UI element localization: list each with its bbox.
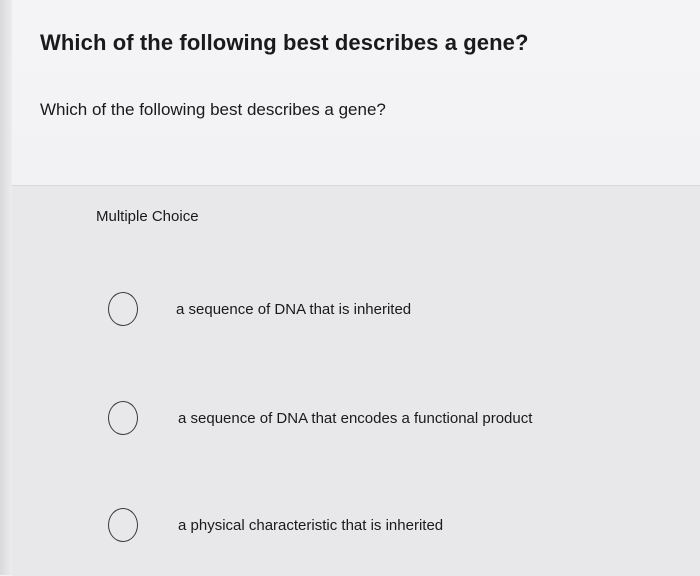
answer-option-label: a physical characteristic that is inheri… — [178, 516, 444, 534]
left-edge-border — [0, 0, 12, 575]
question-type-label: Multiple Choice — [96, 208, 199, 225]
answer-option[interactable]: a sequence of DNA that is inherited — [108, 291, 411, 327]
answer-option[interactable]: a physical characteristic that is inheri… — [108, 507, 443, 543]
radio-button[interactable] — [108, 292, 138, 326]
answer-option-label: a sequence of DNA that encodes a functio… — [178, 409, 533, 427]
answer-option[interactable]: a sequence of DNA that encodes a functio… — [108, 400, 532, 436]
question-text: Which of the following best describes a … — [40, 100, 386, 119]
question-page: Which of the following best describes a … — [0, 0, 700, 576]
page-title: Which of the following best describes a … — [40, 30, 529, 55]
radio-button[interactable] — [108, 401, 138, 435]
radio-button[interactable] — [108, 508, 138, 542]
answer-option-label: a sequence of DNA that is inherited — [176, 300, 412, 318]
